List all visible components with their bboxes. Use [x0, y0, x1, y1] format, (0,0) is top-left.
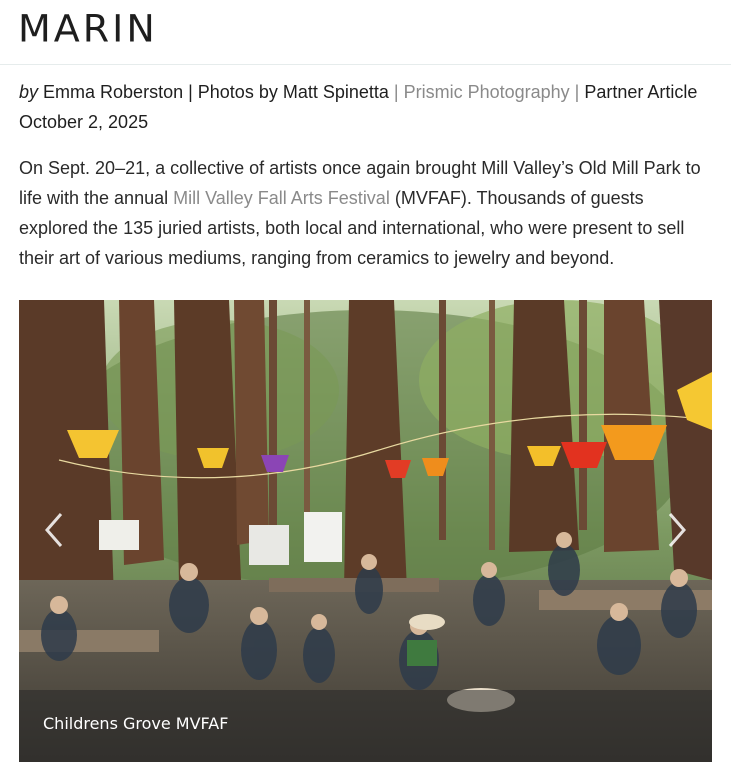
- byline-author: Emma Roberston: [43, 82, 184, 102]
- prev-slide-button[interactable]: [41, 510, 69, 550]
- chevron-left-icon: [45, 513, 63, 547]
- article-byline: by Emma Roberston | Photos by Matt Spine…: [19, 77, 709, 137]
- site-logo[interactable]: MARIN: [18, 10, 158, 47]
- photo-caption: Childrens Grove MVFAF: [43, 714, 229, 733]
- byline-separator: |: [183, 82, 198, 102]
- byline-date: October 2, 2025: [19, 112, 149, 132]
- chevron-right-icon: [668, 513, 686, 547]
- site-header: MARIN: [0, 0, 731, 65]
- article-intro: On Sept. 20–21, a collective of artists …: [19, 153, 709, 273]
- byline-article-type: Partner Article: [584, 82, 698, 102]
- byline-photos: Photos by Matt Spinetta: [197, 82, 389, 102]
- photo-slideshow[interactable]: Childrens Grove MVFAF: [19, 300, 712, 762]
- festival-link[interactable]: Mill Valley Fall Arts Festival: [173, 188, 390, 208]
- byline-studio-link[interactable]: Prismic Photography: [404, 82, 570, 102]
- byline-by: by: [19, 82, 39, 102]
- photo-caption-bar: Childrens Grove MVFAF: [19, 690, 712, 762]
- byline-separator: |: [388, 82, 404, 102]
- byline-separator: |: [569, 82, 585, 102]
- next-slide-button[interactable]: [662, 510, 690, 550]
